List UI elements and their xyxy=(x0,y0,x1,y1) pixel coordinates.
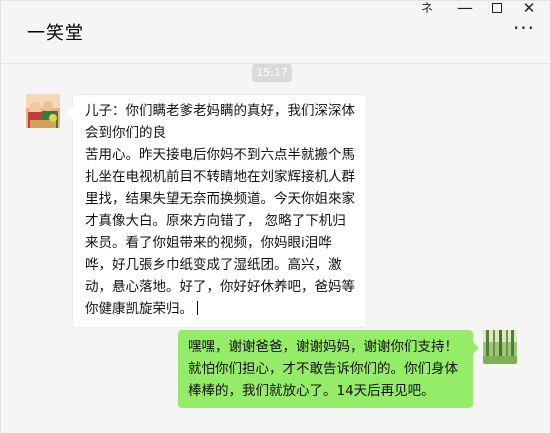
contact-avatar[interactable] xyxy=(26,94,60,128)
my-avatar[interactable] xyxy=(483,330,517,364)
message-list[interactable]: 15:17 儿子：你们瞒老爹老妈瞒的真好，我们深深体会到你们的良 苦用心。昨天接… xyxy=(1,64,550,433)
more-options-icon[interactable]: ··· xyxy=(509,18,539,39)
minimize-button[interactable]: — xyxy=(451,0,479,17)
text-cursor xyxy=(197,301,198,315)
incoming-message-text: 儿子：你们瞒老爹老妈瞒的真好，我们深深体会到你们的良 苦用心。昨天接电后你妈不到… xyxy=(85,103,355,317)
outgoing-message-bubble[interactable]: 嘿嘿，谢谢爸爸，谢谢妈妈，谢谢你们支持！ 就怕你们担心，才不敢告诉你们的。你们身… xyxy=(178,330,479,408)
maximize-icon xyxy=(492,3,502,13)
title-bar: 一笑堂 ネ — ✕ ··· xyxy=(1,0,550,64)
outgoing-message-text: 嘿嘿，谢谢爸爸，谢谢妈妈，谢谢你们支持！ 就怕你们担心，才不敢告诉你们的。你们身… xyxy=(188,339,458,399)
chat-title: 一笑堂 xyxy=(27,23,84,44)
close-button[interactable]: ✕ xyxy=(515,0,543,17)
pin-icon[interactable]: ネ xyxy=(413,0,441,17)
my-avatar-image xyxy=(483,330,517,364)
contact-avatar-image xyxy=(26,94,60,128)
message-timestamp: 15:17 xyxy=(252,64,292,82)
chat-window: 一笑堂 ネ — ✕ ··· 15:17 儿子：你们瞒老爹老妈瞒的真好，我们深深体… xyxy=(0,0,550,433)
maximize-button[interactable] xyxy=(483,0,511,17)
incoming-message-bubble[interactable]: 儿子：你们瞒老爹老妈瞒的真好，我们深深体会到你们的良 苦用心。昨天接电后你妈不到… xyxy=(67,94,367,328)
